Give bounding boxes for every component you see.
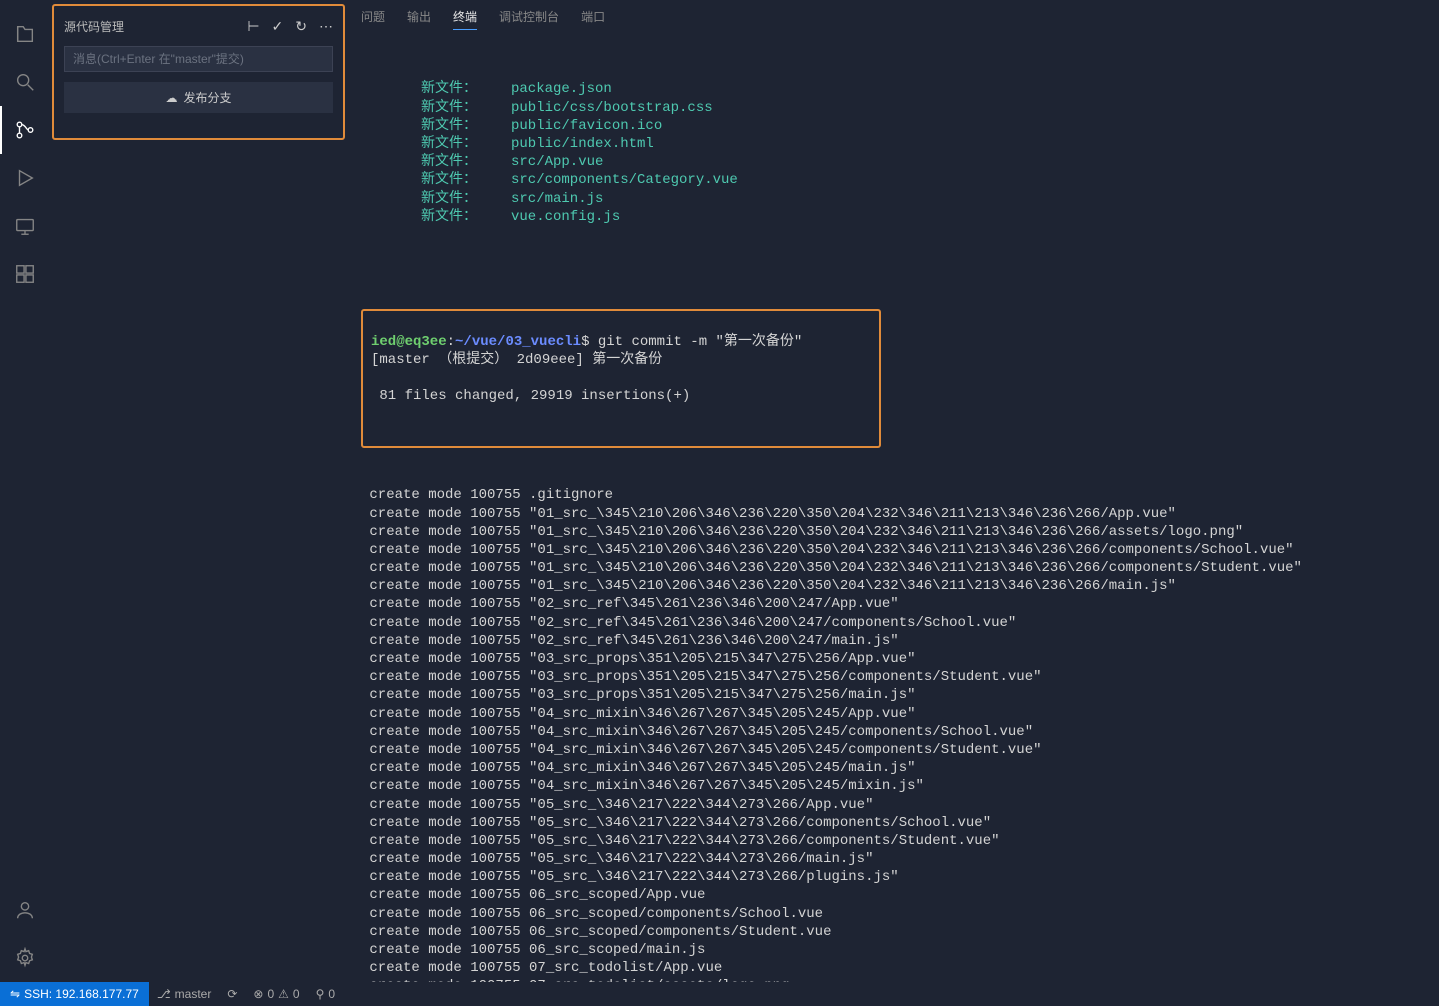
create-mode-line: create mode 100755 "03_src_props\351\205…	[361, 650, 1425, 668]
new-file-path: package.json	[511, 80, 612, 98]
editor-area: 问题 输出 终端 调试控制台 端口 新文件：package.json新文件：pu…	[347, 0, 1439, 982]
create-mode-line: create mode 100755 "04_src_mixin\346\267…	[361, 741, 1425, 759]
create-mode-line: create mode 100755 "04_src_mixin\346\267…	[361, 705, 1425, 723]
create-mode-line: create mode 100755 07_src_todolist/App.v…	[361, 959, 1425, 977]
new-file-label: 新文件：	[421, 117, 511, 135]
search-icon[interactable]	[0, 58, 50, 106]
status-remote[interactable]: ⇋ SSH: 192.168.177.77	[0, 982, 149, 1006]
new-file-path: public/favicon.ico	[511, 117, 662, 135]
explorer-icon[interactable]	[0, 10, 50, 58]
settings-gear-icon[interactable]	[0, 934, 50, 982]
create-mode-line: create mode 100755 .gitignore	[361, 486, 1425, 504]
more-actions-icon[interactable]: ⋯	[319, 18, 333, 35]
new-file-label: 新文件：	[421, 171, 511, 189]
status-bar: ⇋ SSH: 192.168.177.77 ⎇ master ⟳ ⊗0 ⚠0 ⚲…	[0, 982, 1439, 1006]
create-mode-line: create mode 100755 "03_src_props\351\205…	[361, 686, 1425, 704]
commit-message-input[interactable]	[64, 46, 333, 72]
new-file-path: src/components/Category.vue	[511, 171, 738, 189]
create-mode-line: create mode 100755 "05_src_\346\217\222\…	[361, 796, 1425, 814]
new-file-path: src/App.vue	[511, 153, 603, 171]
create-mode-line: create mode 100755 "01_src_\345\210\206\…	[361, 541, 1425, 559]
create-mode-line: create mode 100755 "02_src_ref\345\261\2…	[361, 632, 1425, 650]
prompt-user: ied@eq3ee	[371, 334, 447, 350]
new-file-path: public/index.html	[511, 135, 654, 153]
create-mode-line: create mode 100755 "01_src_\345\210\206\…	[361, 523, 1425, 541]
new-file-line: 新文件：package.json	[421, 80, 1425, 98]
status-problems[interactable]: ⊗0 ⚠0	[245, 987, 307, 1001]
source-control-icon[interactable]	[0, 106, 50, 154]
cloud-upload-icon: ☁	[165, 91, 177, 105]
branch-icon: ⎇	[157, 987, 171, 1001]
panel-tabs: 问题 输出 终端 调试控制台 端口	[347, 0, 1439, 36]
sidebar-title: 源代码管理	[64, 18, 124, 35]
new-file-path: public/css/bootstrap.css	[511, 99, 713, 117]
view-tree-icon[interactable]: ⊢	[247, 18, 259, 35]
new-file-label: 新文件：	[421, 190, 511, 208]
source-control-sidebar: 源代码管理 ⊢ ✓ ↻ ⋯ ☁ 发布分支	[52, 4, 345, 140]
new-file-line: 新文件：public/index.html	[421, 135, 1425, 153]
prompt-command: git commit -m "第一次备份"	[598, 334, 802, 350]
antenna-icon: ⚲	[316, 987, 325, 1001]
new-file-line: 新文件：public/css/bootstrap.css	[421, 99, 1425, 117]
new-file-label: 新文件：	[421, 208, 511, 226]
create-mode-line: create mode 100755 06_src_scoped/App.vue	[361, 886, 1425, 904]
create-mode-line: create mode 100755 06_src_scoped/main.js	[361, 941, 1425, 959]
commit-stats-line: 81 files changed, 29919 insertions(+)	[371, 387, 871, 405]
new-file-label: 新文件：	[421, 80, 511, 98]
extensions-icon[interactable]	[0, 250, 50, 298]
new-file-label: 新文件：	[421, 135, 511, 153]
refresh-icon[interactable]: ↻	[295, 18, 307, 35]
create-mode-line: create mode 100755 "05_src_\346\217\222\…	[361, 832, 1425, 850]
new-file-line: 新文件：vue.config.js	[421, 208, 1425, 226]
new-file-line: 新文件：src/App.vue	[421, 153, 1425, 171]
create-mode-line: create mode 100755 "01_src_\345\210\206\…	[361, 577, 1425, 595]
tab-output[interactable]: 输出	[407, 8, 431, 30]
status-sync[interactable]: ⟳	[219, 987, 245, 1001]
remote-explorer-icon[interactable]	[0, 202, 50, 250]
prompt-path: ~/vue/03_vuecli	[455, 334, 581, 350]
sync-icon: ⟳	[227, 987, 237, 1001]
commit-output-highlight: ied@eq3ee:~/vue/03_vuecli$ git commit -m…	[361, 309, 881, 448]
create-mode-line: create mode 100755 "04_src_mixin\346\267…	[361, 759, 1425, 777]
new-file-label: 新文件：	[421, 99, 511, 117]
publish-branch-button[interactable]: ☁ 发布分支	[64, 82, 333, 113]
new-file-path: vue.config.js	[511, 208, 620, 226]
account-icon[interactable]	[0, 886, 50, 934]
create-mode-line: create mode 100755 "04_src_mixin\346\267…	[361, 723, 1425, 741]
commit-result-line: [master （根提交） 2d09eee] 第一次备份	[371, 351, 871, 369]
error-icon: ⊗	[253, 987, 263, 1001]
new-file-label: 新文件：	[421, 153, 511, 171]
commit-check-icon[interactable]: ✓	[272, 18, 284, 35]
new-file-line: 新文件：src/main.js	[421, 190, 1425, 208]
new-file-path: src/main.js	[511, 190, 603, 208]
new-file-line: 新文件：public/favicon.ico	[421, 117, 1425, 135]
create-mode-line: create mode 100755 "01_src_\345\210\206\…	[361, 505, 1425, 523]
create-mode-line: create mode 100755 "04_src_mixin\346\267…	[361, 777, 1425, 795]
warning-icon: ⚠	[278, 987, 289, 1001]
new-file-line: 新文件：src/components/Category.vue	[421, 171, 1425, 189]
tab-debug-console[interactable]: 调试控制台	[499, 8, 559, 30]
create-mode-line: create mode 100755 "05_src_\346\217\222\…	[361, 814, 1425, 832]
remote-icon: ⇋	[10, 987, 20, 1001]
tab-ports[interactable]: 端口	[581, 8, 605, 30]
create-mode-line: create mode 100755 "01_src_\345\210\206\…	[361, 559, 1425, 577]
publish-label: 发布分支	[183, 89, 231, 106]
status-ports[interactable]: ⚲ 0	[308, 987, 343, 1001]
activity-bar	[0, 0, 50, 982]
create-mode-line: create mode 100755 "05_src_\346\217\222\…	[361, 868, 1425, 886]
create-mode-line: create mode 100755 "03_src_props\351\205…	[361, 668, 1425, 686]
create-mode-line: create mode 100755 "02_src_ref\345\261\2…	[361, 595, 1425, 613]
create-mode-line: create mode 100755 06_src_scoped/compone…	[361, 923, 1425, 941]
tab-terminal[interactable]: 终端	[453, 8, 477, 30]
tab-problems[interactable]: 问题	[361, 8, 385, 30]
status-branch[interactable]: ⎇ master	[149, 987, 220, 1001]
terminal-content[interactable]: 新文件：package.json新文件：public/css/bootstrap…	[347, 36, 1439, 982]
create-mode-line: create mode 100755 "02_src_ref\345\261\2…	[361, 614, 1425, 632]
run-debug-icon[interactable]	[0, 154, 50, 202]
create-mode-line: create mode 100755 06_src_scoped/compone…	[361, 905, 1425, 923]
create-mode-line: create mode 100755 "05_src_\346\217\222\…	[361, 850, 1425, 868]
